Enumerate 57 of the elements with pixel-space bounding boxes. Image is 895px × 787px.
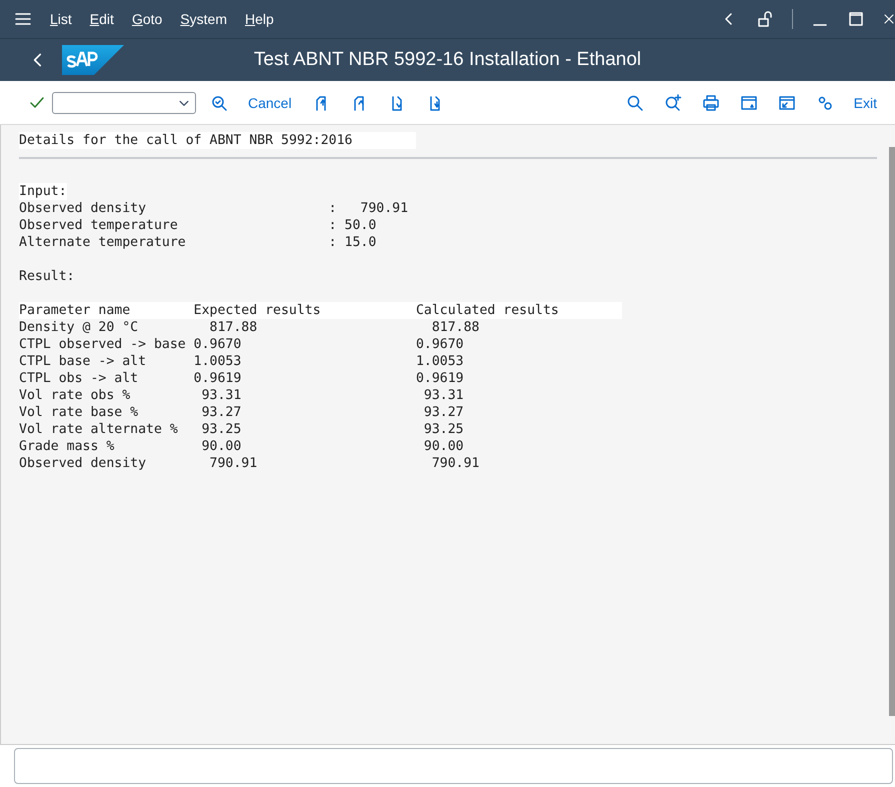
logo <box>62 45 124 75</box>
window-title: Test ABNT NBR 5992-16 Installation - Ethanol <box>252 49 642 71</box>
table-cell-text: Vol rate base % <box>19 404 140 421</box>
zoom-check-icon[interactable] <box>210 94 228 112</box>
input-value: : 790.91 <box>328 200 408 217</box>
column-header: Expected results <box>194 302 322 319</box>
table-cell-text: Vol rate alternate % <box>19 421 179 438</box>
table-cell-text: CTPL observed -> base <box>19 336 187 353</box>
table-cell: 0.9670 <box>416 336 464 353</box>
cancel-button[interactable]: Cancel <box>238 88 302 118</box>
column-header: Calculated results <box>416 302 560 319</box>
input-label: Observed density <box>19 200 148 217</box>
table-cell-text: 90.00 <box>200 438 242 455</box>
table-cell-text: 93.27 <box>200 404 242 421</box>
input-label: Alternate temperature <box>19 234 187 251</box>
table-cell-text: 0.9670 <box>194 336 242 353</box>
menu-item[interactable]: Help <box>244 11 274 27</box>
table-cell-text: 1.0053 <box>194 353 242 370</box>
menu-item[interactable]: List <box>50 11 72 27</box>
input-value: : 15.0 <box>328 234 376 251</box>
table-cell-text: 93.27 <box>422 404 464 421</box>
printer-icon[interactable] <box>702 94 720 112</box>
exit-button[interactable]: Exit <box>844 88 887 118</box>
menu-item[interactable]: Goto <box>132 11 162 27</box>
unlock-icon[interactable] <box>756 10 774 28</box>
menu-item[interactable]: Edit <box>90 11 114 27</box>
table-cell-text: 93.31 <box>422 387 464 404</box>
table-cell: 0.9619 <box>416 370 464 387</box>
menu-item[interactable]: System <box>180 11 227 27</box>
table-cell-text: 790.91 <box>208 455 258 472</box>
maximize-icon[interactable] <box>847 10 865 28</box>
table-cell-text: 93.25 <box>422 421 464 438</box>
table-cell-text: 90.00 <box>422 438 464 455</box>
table-cell-text: 817.88 <box>430 319 480 336</box>
table-cell-text: CTPL base -> alt <box>19 353 148 370</box>
table-cell-text: Vol rate obs % <box>19 387 132 404</box>
section-heading: Input: <box>19 183 67 200</box>
table-cell-text: Density @ 20 °C <box>19 319 140 336</box>
search-icon[interactable] <box>626 94 644 112</box>
window-icon[interactable] <box>740 94 758 112</box>
column-header: Parameter name <box>19 302 132 319</box>
search-plus-icon[interactable] <box>664 94 682 112</box>
table-cell-text: 790.91 <box>430 455 480 472</box>
table-cell-text: 93.31 <box>200 387 242 404</box>
table-cell-text: 817.88 <box>208 319 258 336</box>
table-cell-text: 93.25 <box>200 421 242 438</box>
command-field[interactable] <box>14 748 893 784</box>
table-cell-text: CTPL obs -> alt <box>19 370 140 387</box>
scrollbar[interactable] <box>889 147 895 716</box>
input-label: Observed temperature <box>19 217 179 234</box>
table-cell-text: Observed density <box>19 455 148 472</box>
table-cell-text: Grade mass % <box>19 438 116 455</box>
table-cell-text: 0.9619 <box>194 370 242 387</box>
input-value: : 50.0 <box>328 217 376 234</box>
table-cell: 1.0053 <box>416 353 464 370</box>
report-heading: Details for the call of ABNT NBR 5992:2016 <box>19 132 416 149</box>
section-heading: Result: <box>19 268 75 285</box>
